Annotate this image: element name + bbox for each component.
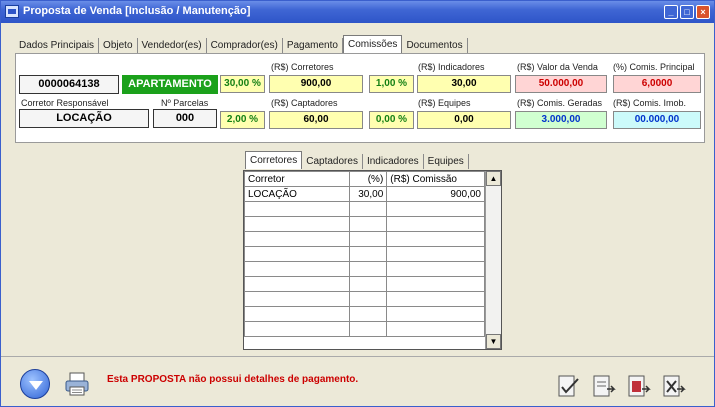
table-row[interactable]	[243, 291, 485, 307]
subtab-equipes[interactable]: Equipes	[424, 154, 469, 169]
corretores-label: (R$) Corretores	[271, 62, 334, 72]
table-row[interactable]	[243, 261, 485, 277]
title-bar[interactable]: Proposta de Venda [Inclusão / Manutenção…	[1, 1, 714, 23]
tab-dados-principais[interactable]: Dados Principais	[15, 38, 100, 54]
column-header-comissao[interactable]: (R$) Comissão	[386, 171, 485, 187]
minimize-button[interactable]: _	[664, 5, 678, 19]
proposal-code: 0000064138	[19, 75, 119, 94]
grid-header-row: Corretor (%) (R$) Comissão	[243, 171, 485, 187]
captadores-percent-field[interactable]: 2,00 %	[220, 111, 265, 129]
table-row[interactable]	[243, 216, 485, 232]
app-icon	[5, 5, 19, 18]
equipes-value-field[interactable]: 0,00	[417, 111, 511, 129]
corretor-responsavel-field[interactable]: LOCAÇÃO	[19, 109, 149, 128]
parcelas-field[interactable]: 000	[153, 109, 217, 128]
main-tabs: Dados Principais Objeto Vendedor(es) Com…	[15, 34, 468, 54]
column-header-percent[interactable]: (%)	[349, 171, 388, 187]
table-row[interactable]	[243, 306, 485, 322]
corretor-label: Corretor Responsável	[21, 98, 109, 108]
grid-scrollbar[interactable]: ▲ ▼	[485, 171, 501, 349]
cell-percent[interactable]: 30,00	[349, 186, 388, 202]
status-bar: Esta PROPOSTA não possui detalhes de pag…	[1, 356, 714, 406]
indicadores-percent-field[interactable]: 1,00 %	[369, 75, 414, 93]
proposal-window: Proposta de Venda [Inclusão / Manutenção…	[0, 0, 715, 407]
tab-objeto[interactable]: Objeto	[99, 38, 138, 54]
indicadores-value-field[interactable]: 30,00	[417, 75, 511, 93]
equipes-label: (R$) Equipes	[418, 98, 471, 108]
cancel-doc-icon[interactable]	[661, 374, 687, 400]
comis-principal-field[interactable]: 6,0000	[613, 75, 701, 93]
tab-vendedores[interactable]: Vendedor(es)	[138, 38, 207, 54]
commission-grid[interactable]: Corretor (%) (R$) Comissão LOCAÇÃO 30,00…	[243, 170, 502, 350]
captadores-label: (R$) Captadores	[271, 98, 338, 108]
maximize-button[interactable]: □	[680, 5, 694, 19]
close-button[interactable]: ×	[696, 5, 710, 19]
cell-comissao[interactable]: 900,00	[386, 186, 485, 202]
table-row[interactable]	[243, 321, 485, 337]
scroll-up-icon[interactable]: ▲	[486, 171, 501, 186]
comis-geradas-label: (R$) Comis. Geradas	[517, 98, 603, 108]
tab-documentos[interactable]: Documentos	[402, 38, 468, 54]
comis-imob-field[interactable]: 00.000,00	[613, 111, 701, 129]
printer-icon[interactable]	[65, 371, 89, 397]
comis-imob-label: (R$) Comis. Imob.	[613, 98, 687, 108]
table-row[interactable]	[243, 246, 485, 262]
commission-subtabs: Corretores Captadores Indicadores Equipe…	[245, 151, 469, 169]
corretores-percent-field[interactable]: 30,00 %	[220, 75, 265, 93]
comis-geradas-field[interactable]: 3.000,00	[515, 111, 607, 129]
scroll-down-icon[interactable]: ▼	[486, 334, 501, 349]
tab-comissoes[interactable]: Comissões	[342, 35, 403, 54]
property-type-badge: APARTAMENTO	[122, 75, 218, 94]
captadores-value-field[interactable]: 60,00	[269, 111, 363, 129]
window-title: Proposta de Venda [Inclusão / Manutenção…	[23, 5, 251, 17]
subtab-captadores[interactable]: Captadores	[302, 154, 363, 169]
corretores-value-field[interactable]: 900,00	[269, 75, 363, 93]
column-header-corretor[interactable]: Corretor	[243, 171, 351, 187]
confirm-doc-icon[interactable]	[556, 374, 582, 400]
subtab-corretores[interactable]: Corretores	[245, 151, 303, 169]
document-icon[interactable]	[591, 374, 617, 400]
subtab-indicadores[interactable]: Indicadores	[363, 154, 424, 169]
status-message: Esta PROPOSTA não possui detalhes de pag…	[107, 374, 359, 385]
cell-corretor[interactable]: LOCAÇÃO	[243, 186, 351, 202]
tab-compradores[interactable]: Comprador(es)	[207, 38, 283, 54]
valor-venda-label: (R$) Valor da Venda	[517, 62, 598, 72]
equipes-percent-field[interactable]: 0,00 %	[369, 111, 414, 129]
table-row[interactable]	[243, 231, 485, 247]
table-row[interactable]	[243, 276, 485, 292]
indicadores-label: (R$) Indicadores	[418, 62, 485, 72]
table-row[interactable]: LOCAÇÃO 30,00 900,00	[243, 186, 485, 202]
valor-venda-field[interactable]: 50.000,00	[515, 75, 607, 93]
table-row[interactable]	[243, 201, 485, 217]
parcelas-label: Nº Parcelas	[161, 98, 209, 108]
comis-principal-label: (%) Comis. Principal	[613, 62, 695, 72]
down-arrow-button[interactable]	[20, 369, 50, 399]
report-icon[interactable]	[626, 374, 652, 400]
tab-pagamento[interactable]: Pagamento	[283, 38, 343, 54]
